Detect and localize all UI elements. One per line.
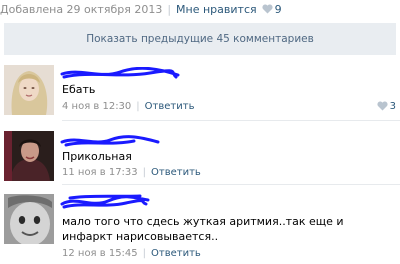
comment-time[interactable]: 11 ноя в 17:33 [62,167,138,178]
divider [62,184,400,185]
comment-text: мало того что сдесь жуткая аритмия..так … [62,215,344,243]
like-count[interactable]: 9 [275,3,282,16]
comment-like[interactable]: 3 [377,101,396,112]
comment-meta: 12 ноя в 15:45 | Ответить [62,248,201,259]
comment-2: Прикольная 11 ноя в 17:33 | Ответить [0,131,400,187]
redaction-scribble [60,135,160,147]
comment-like-count: 3 [389,101,396,112]
comment-1: Ебать 4 ноя в 12:30 | Ответить 3 [0,65,400,127]
separator: | [167,2,172,16]
comment-meta: 4 ноя в 12:30 | Ответить [62,101,194,112]
reply-link[interactable]: Ответить [151,167,201,178]
comment-text: Ебать [62,83,96,96]
comment-3: мало того что сдесь жуткая аритмия..так … [0,194,400,262]
post-meta: Добавлена 29 октября 2013 | Мне нравится 9 [0,2,282,16]
comment-text: Прикольная [62,150,132,163]
comment-time[interactable]: 12 ноя в 15:45 [62,248,138,259]
redaction-scribble [60,194,150,209]
comment-meta: 11 ноя в 17:33 | Ответить [62,167,201,178]
show-previous-comments-button[interactable]: Показать предыдущие 45 комментариев [4,23,396,55]
heart-icon[interactable] [262,4,273,14]
separator: | [136,101,140,112]
comment-time[interactable]: 4 ноя в 12:30 [62,101,131,112]
redaction-scribble [60,67,180,79]
separator: | [142,167,147,178]
divider [62,120,400,121]
post-date: Добавлена 29 октября 2013 [0,2,163,16]
reply-link[interactable]: Ответить [145,101,195,112]
like-button[interactable]: Мне нравится [176,3,257,16]
heart-icon [377,101,388,111]
separator: | [142,248,147,259]
avatar[interactable] [4,131,54,181]
avatar[interactable] [4,194,54,244]
reply-link[interactable]: Ответить [151,248,201,259]
avatar[interactable] [4,65,54,115]
